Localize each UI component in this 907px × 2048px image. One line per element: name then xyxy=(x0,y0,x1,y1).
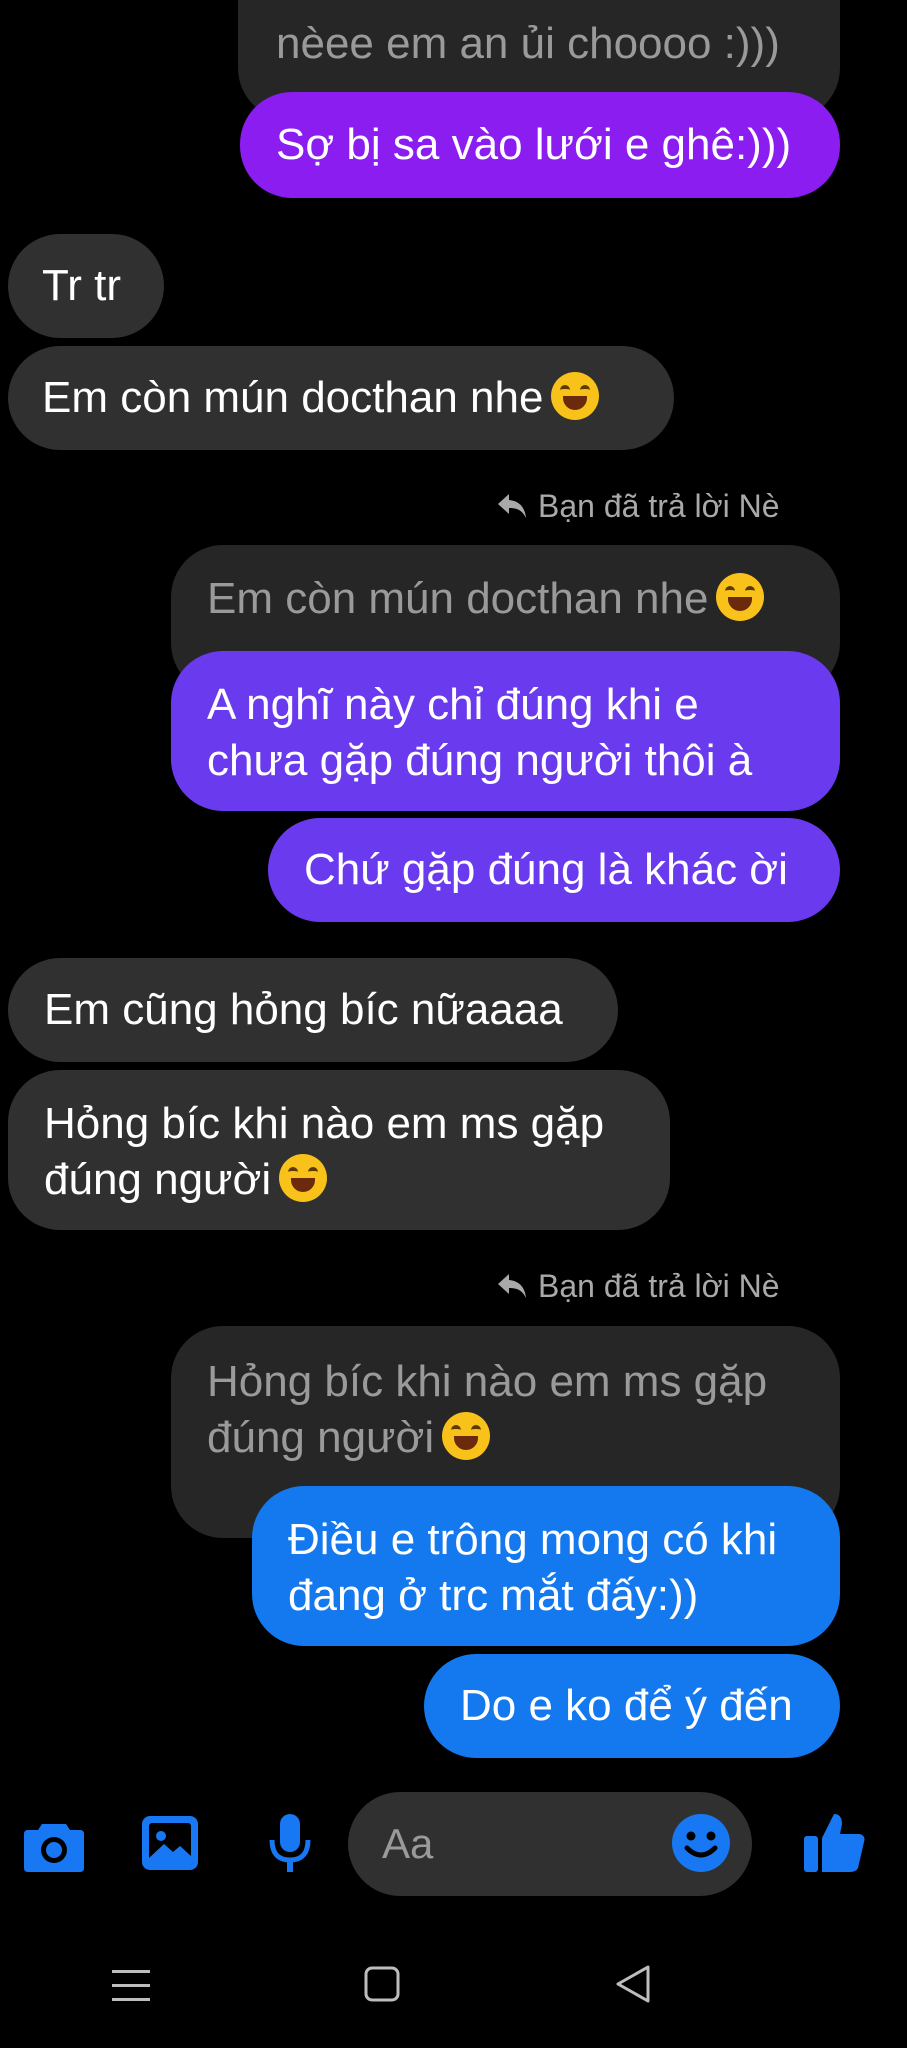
message-text: Tr tr xyxy=(42,261,121,310)
received-message[interactable]: Em cũng hỏng bíc nữaaaa xyxy=(8,958,618,1062)
sent-message[interactable]: Chứ gặp đúng là khác ời xyxy=(268,818,840,922)
microphone-icon[interactable] xyxy=(266,1812,314,1881)
home-square-icon[interactable] xyxy=(364,1966,400,2007)
sent-message[interactable]: Do e ko để ý đến xyxy=(424,1654,840,1758)
rolling-on-floor-laughing-emoji xyxy=(716,573,765,621)
reply-arrow-icon xyxy=(498,494,526,518)
quoted-message-text-line: Hỏng bíc khi nào em ms gặp xyxy=(207,1357,768,1406)
camera-icon[interactable] xyxy=(22,1818,86,1879)
message-input[interactable]: Aa xyxy=(348,1792,752,1896)
sent-message[interactable]: A nghĩ này chỉ đúng khi e chưa gặp đúng … xyxy=(171,651,840,811)
quoted-message-top-text: nèee em an ủi choooo :))) xyxy=(276,19,780,68)
reply-indicator: Bạn đã trả lời Nè xyxy=(496,486,780,526)
gallery-icon[interactable] xyxy=(140,1814,200,1877)
message-text-line: Điều e trông mong có khi xyxy=(288,1515,778,1564)
received-message[interactable]: Hỏng bíc khi nào em ms gặp đúng người xyxy=(8,1070,670,1230)
thumbs-up-icon[interactable] xyxy=(802,1810,868,1881)
message-text-line: đang ở trc mắt đấy:)) xyxy=(288,1571,699,1620)
emoji-icon[interactable] xyxy=(670,1812,732,1879)
message-input-placeholder: Aa xyxy=(382,1820,434,1867)
reply-indicator: Bạn đã trả lời Nè xyxy=(496,1266,780,1306)
sent-message[interactable]: Điều e trông mong có khi đang ở trc mắt … xyxy=(252,1486,840,1646)
received-message[interactable]: Em còn mún docthan nhe xyxy=(8,346,674,450)
grinning-squinting-face-emoji xyxy=(442,1412,491,1460)
message-text: Chứ gặp đúng là khác ời xyxy=(304,845,788,894)
message-text: Em cũng hỏng bíc nữaaaa xyxy=(44,985,563,1034)
received-message[interactable]: Tr tr xyxy=(8,234,164,338)
message-text: Em còn mún docthan nhe xyxy=(42,373,544,422)
sent-message[interactable]: Sợ bị sa vào lưới e ghê:))) xyxy=(240,92,840,198)
rolling-on-floor-laughing-emoji xyxy=(551,372,600,420)
message-text-line: A nghĩ này chỉ đúng khi e xyxy=(207,680,699,729)
grinning-squinting-face-emoji xyxy=(279,1154,328,1202)
back-triangle-icon[interactable] xyxy=(614,1964,652,2009)
message-text-line: chưa gặp đúng người thôi à xyxy=(207,736,753,785)
quoted-message-text-line: đúng người xyxy=(207,1413,435,1462)
message-text: Do e ko để ý đến xyxy=(460,1681,793,1730)
message-text-line: Hỏng bíc khi nào em ms gặp xyxy=(44,1099,605,1148)
message-text-line: đúng người xyxy=(44,1155,272,1204)
reply-arrow-icon xyxy=(498,1274,526,1298)
message-text: Sợ bị sa vào lưới e ghê:))) xyxy=(276,120,792,169)
menu-icon[interactable] xyxy=(112,1968,150,2009)
quoted-message-text: Em còn mún docthan nhe xyxy=(207,574,709,623)
